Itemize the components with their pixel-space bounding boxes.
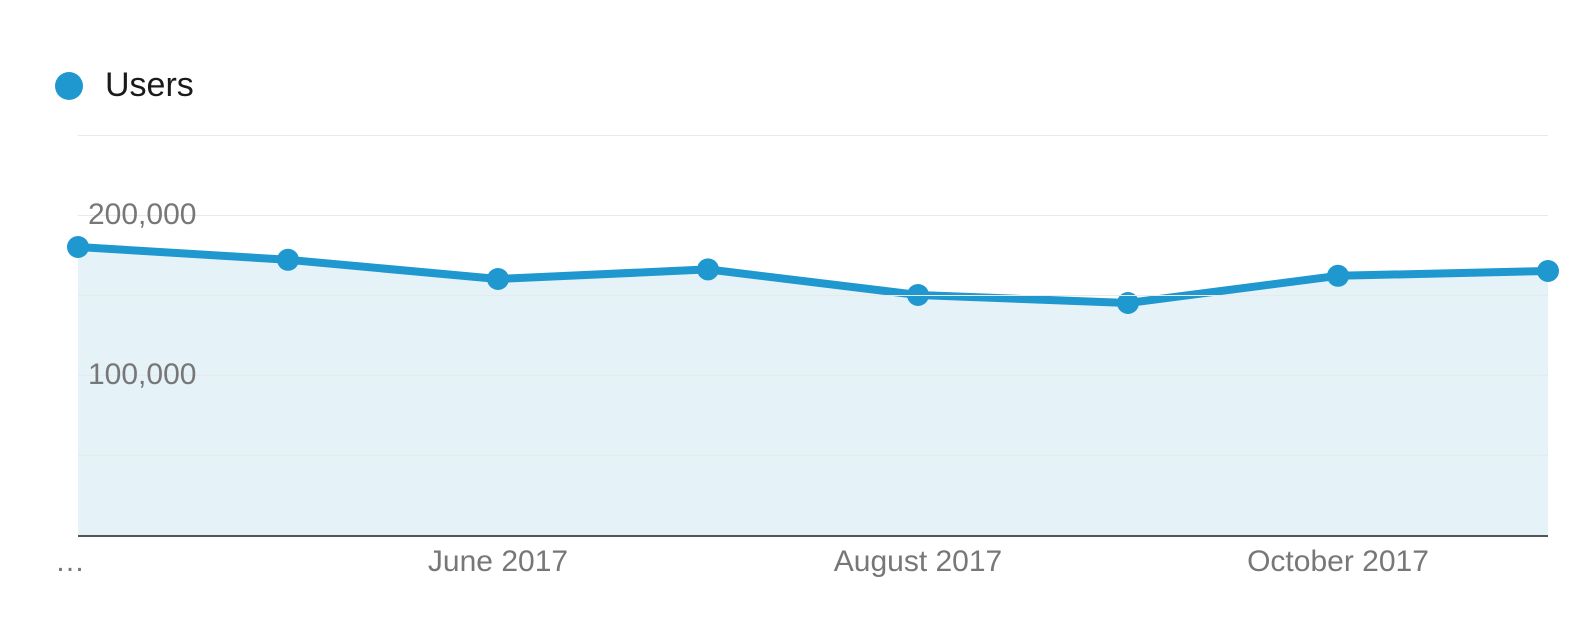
- chart-data-point[interactable]: [487, 268, 509, 290]
- legend-dot-icon: [55, 72, 83, 100]
- chart-legend: Users: [55, 66, 194, 105]
- chart-data-point[interactable]: [277, 249, 299, 271]
- y-axis-tick-label: 100,000: [88, 358, 196, 392]
- gridline: [78, 135, 1548, 136]
- x-axis-tick-label: October 2017: [1247, 545, 1429, 579]
- chart-svg: [78, 135, 1548, 535]
- gridline: [78, 295, 1548, 296]
- gridline: [78, 375, 1548, 376]
- chart-data-point[interactable]: [1327, 265, 1349, 287]
- gridline: [78, 455, 1548, 456]
- y-axis-tick-label: 200,000: [88, 198, 196, 232]
- chart-data-point[interactable]: [1537, 260, 1559, 282]
- x-axis-tick-label: August 2017: [834, 545, 1002, 579]
- x-axis-tick-label: …: [55, 545, 85, 579]
- chart-container: Users 200,000 100,000 … June 2017 August 20…: [0, 0, 1570, 644]
- gridline: [78, 215, 1548, 216]
- chart-area-fill: [78, 247, 1548, 535]
- x-axis-tick-label: June 2017: [428, 545, 568, 579]
- chart-plot-area: [78, 135, 1548, 537]
- chart-data-point[interactable]: [697, 258, 719, 280]
- chart-data-point[interactable]: [67, 236, 89, 258]
- legend-label: Users: [105, 66, 194, 105]
